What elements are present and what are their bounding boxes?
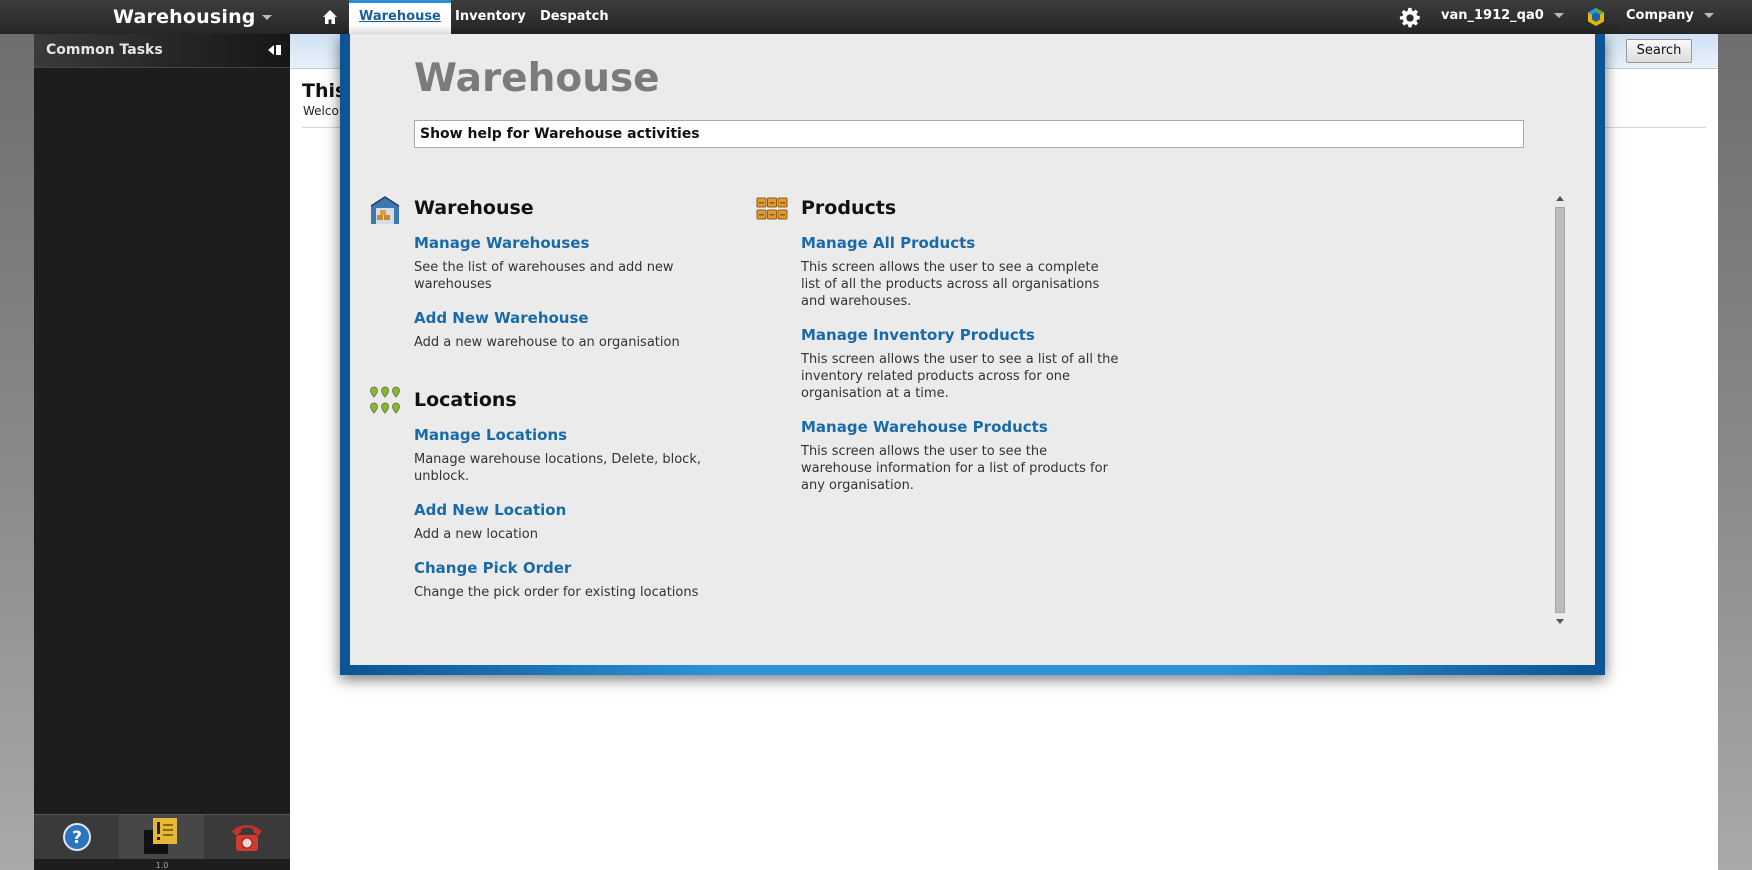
sidebar-title: Common Tasks xyxy=(46,42,163,58)
manage-inventory-products-link[interactable]: Manage Inventory Products xyxy=(801,326,1035,344)
help-toggle[interactable]: Show help for Warehouse activities xyxy=(414,120,1524,148)
user-name: van_1912_qa0 xyxy=(1441,8,1544,23)
modal-body: Warehouse Show help for Warehouse activi… xyxy=(350,34,1595,665)
version-label: 1.0 xyxy=(155,861,169,870)
sidebar-header: Common Tasks xyxy=(34,34,290,68)
tab-warehouse[interactable]: Warehouse xyxy=(349,0,451,34)
manage-warehouses-desc: See the list of warehouses and add new w… xyxy=(414,260,674,292)
chevron-down-icon xyxy=(1553,13,1564,18)
tab-inventory[interactable]: Inventory xyxy=(445,0,536,34)
help-button[interactable]: ? xyxy=(34,815,119,859)
page-subtitle: Welco xyxy=(303,104,339,118)
manage-all-products-link[interactable]: Manage All Products xyxy=(801,234,975,252)
add-new-warehouse-desc: Add a new warehouse to an organisation xyxy=(414,335,680,350)
notes-button[interactable] xyxy=(119,815,204,859)
section-title-warehouse: Warehouse xyxy=(414,197,534,219)
help-icon: ? xyxy=(63,823,91,851)
svg-text:?: ? xyxy=(72,828,82,848)
section-title-products: Products xyxy=(801,197,897,219)
manage-locations-link[interactable]: Manage Locations xyxy=(414,426,567,444)
sidebar: Common Tasks ? 1.0 xyxy=(34,34,290,870)
tab-inventory-label: Inventory xyxy=(455,9,526,24)
products-icon xyxy=(756,197,788,220)
company-label: Company xyxy=(1626,8,1694,23)
warehouse-icon xyxy=(370,196,400,224)
manage-all-products-desc: This screen allows the user to see a com… xyxy=(801,260,1100,309)
add-new-warehouse-link[interactable]: Add New Warehouse xyxy=(414,309,589,327)
modal-title: Warehouse xyxy=(414,56,660,101)
company-menu[interactable]: Company xyxy=(1626,8,1714,23)
manage-locations-desc: Manage warehouse locations, Delete, bloc… xyxy=(414,452,701,484)
modal-scrollbar[interactable] xyxy=(1553,193,1567,627)
chevron-down-icon xyxy=(1703,13,1714,18)
search-button[interactable]: Search xyxy=(1626,39,1692,63)
manage-inventory-products-desc: This screen allows the user to see a lis… xyxy=(801,352,1119,401)
scroll-up-arrow-icon[interactable] xyxy=(1556,196,1564,201)
location-pins-icon xyxy=(370,386,400,414)
scrollbar-thumb[interactable] xyxy=(1555,207,1565,613)
section-title-locations: Locations xyxy=(414,389,517,411)
app-title: Warehousing xyxy=(113,6,256,28)
tab-despatch-label: Despatch xyxy=(540,9,609,24)
manage-warehouse-products-link[interactable]: Manage Warehouse Products xyxy=(801,418,1048,436)
contact-button[interactable] xyxy=(204,815,289,859)
phone-icon xyxy=(232,825,262,851)
manage-warehouse-products-desc: This screen allows the user to see the w… xyxy=(801,444,1108,493)
tab-warehouse-label: Warehouse xyxy=(359,9,441,24)
sidebar-footer: ? xyxy=(34,814,290,859)
top-bar: Warehousing Warehouse Inventory Despatch… xyxy=(0,0,1752,34)
add-new-location-desc: Add a new location xyxy=(414,527,538,542)
collapse-icon[interactable] xyxy=(268,44,282,56)
user-menu[interactable]: van_1912_qa0 xyxy=(1441,8,1564,23)
manage-warehouses-link[interactable]: Manage Warehouses xyxy=(414,234,589,252)
warehouse-menu-modal: Warehouse Show help for Warehouse activi… xyxy=(340,34,1605,675)
chevron-down-icon xyxy=(261,15,272,20)
change-pick-order-link[interactable]: Change Pick Order xyxy=(414,559,571,577)
change-pick-order-desc: Change the pick order for existing locat… xyxy=(414,585,699,600)
app-switcher[interactable]: Warehousing xyxy=(113,6,272,28)
note-icon xyxy=(144,818,177,854)
scroll-down-arrow-icon[interactable] xyxy=(1556,619,1564,624)
gear-icon[interactable] xyxy=(1399,7,1421,29)
add-new-location-link[interactable]: Add New Location xyxy=(414,501,566,519)
home-icon[interactable] xyxy=(322,9,338,25)
company-logo-icon xyxy=(1588,8,1604,26)
tab-despatch[interactable]: Despatch xyxy=(530,0,619,34)
